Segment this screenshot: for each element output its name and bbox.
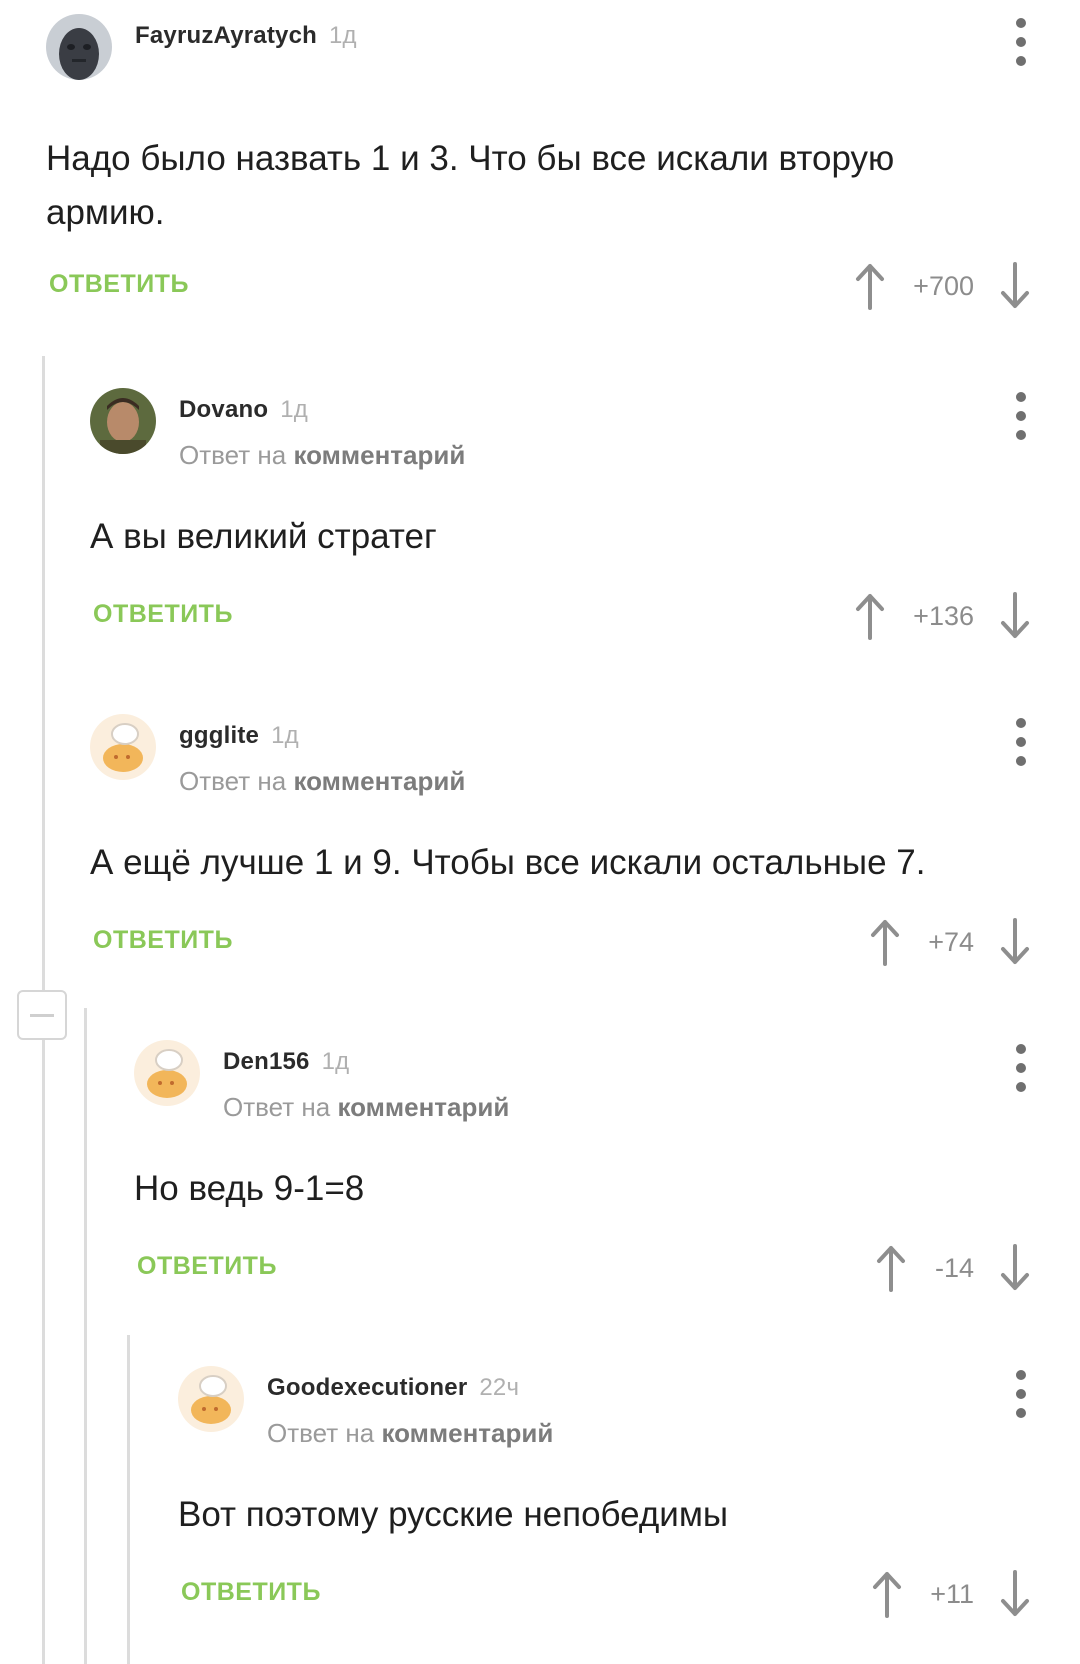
comment-actions: ОТВЕТИТЬ +74 bbox=[90, 914, 1080, 974]
comment-actions: ОТВЕТИТЬ +136 bbox=[90, 588, 1080, 648]
arrow-up-icon[interactable] bbox=[872, 1570, 902, 1618]
comment-time: 1д bbox=[271, 722, 299, 749]
author-name[interactable]: Goodexecutioner 22ч bbox=[267, 1374, 519, 1402]
comment: Den156 1д Ответ на комментарий Но ведь 9-… bbox=[134, 1040, 1080, 1300]
comment-header: Goodexecutioner 22ч Ответ на комментарий bbox=[178, 1366, 1080, 1448]
parent-comment-link[interactable]: комментарий bbox=[293, 766, 465, 796]
more-options-button[interactable] bbox=[1006, 1044, 1036, 1092]
author-name[interactable]: ggglite 1д bbox=[179, 722, 299, 750]
comment-time: 1д bbox=[280, 396, 308, 423]
arrow-down-icon[interactable] bbox=[1000, 592, 1030, 640]
avatar[interactable] bbox=[90, 388, 156, 454]
reply-to-line: Ответ на комментарий bbox=[223, 1092, 510, 1122]
comment-text: А ещё лучше 1 и 9. Чтобы все искали оста… bbox=[90, 843, 926, 882]
comment-header: Dovano 1д Ответ на комментарий bbox=[90, 388, 1080, 470]
avatar[interactable] bbox=[178, 1366, 244, 1432]
vote-controls: +11 bbox=[872, 1566, 1030, 1622]
avatar[interactable] bbox=[90, 714, 156, 780]
more-vertical-icon bbox=[1016, 1044, 1026, 1054]
comment-time: 1д bbox=[328, 22, 357, 49]
rating-value: +11 bbox=[930, 1578, 974, 1609]
reply-to-line: Ответ на комментарий bbox=[179, 766, 466, 796]
comment-header: Den156 1д Ответ на комментарий bbox=[134, 1040, 1080, 1122]
arrow-up-icon[interactable] bbox=[870, 918, 900, 966]
parent-comment-link[interactable]: комментарий bbox=[381, 1418, 553, 1448]
comment-actions: ОТВЕТИТЬ -14 bbox=[134, 1240, 1080, 1300]
parent-comment-link[interactable]: комментарий bbox=[293, 440, 465, 470]
more-vertical-icon bbox=[1016, 392, 1026, 402]
more-options-button[interactable] bbox=[1006, 718, 1036, 766]
comment-time: 1д bbox=[321, 1048, 350, 1075]
vote-controls: +74 bbox=[870, 914, 1030, 970]
reply-to-line: Ответ на комментарий bbox=[267, 1418, 554, 1448]
rating-value: +700 bbox=[913, 270, 974, 301]
avatar[interactable] bbox=[134, 1040, 200, 1106]
thread-line-level-3 bbox=[127, 1335, 130, 1664]
more-options-button[interactable] bbox=[1006, 392, 1036, 440]
reply-button[interactable]: ОТВЕТИТЬ bbox=[137, 1252, 277, 1281]
comment: FayruzAyratych 1д Надо было назвать 1 и 3… bbox=[46, 14, 1080, 318]
author-name[interactable]: Den156 1д bbox=[223, 1048, 349, 1076]
vote-controls: +700 bbox=[855, 258, 1030, 314]
rating-value: +74 bbox=[928, 926, 974, 957]
more-options-button[interactable] bbox=[1006, 1370, 1036, 1418]
comment-text: Но ведь 9-1=8 bbox=[134, 1169, 365, 1208]
comment-actions: ОТВЕТИТЬ +700 bbox=[46, 258, 1080, 318]
comment-text: Вот поэтому русские непобедимы bbox=[178, 1495, 729, 1534]
more-vertical-icon bbox=[1016, 18, 1026, 28]
more-options-button[interactable] bbox=[1006, 18, 1036, 66]
comment-time: 22ч bbox=[479, 1374, 520, 1401]
thread-line-level-2 bbox=[84, 1008, 87, 1664]
reply-to-line: Ответ на комментарий bbox=[179, 440, 466, 470]
comment: ggglite 1д Ответ на комментарий А ещё луч… bbox=[90, 714, 1080, 974]
arrow-up-icon[interactable] bbox=[855, 592, 885, 640]
comment-header: FayruzAyratych 1д bbox=[46, 14, 1080, 84]
collapse-thread-button[interactable] bbox=[17, 990, 67, 1040]
comment-actions: ОТВЕТИТЬ +11 bbox=[178, 1566, 1080, 1626]
reply-button[interactable]: ОТВЕТИТЬ bbox=[49, 270, 189, 299]
arrow-up-icon[interactable] bbox=[876, 1244, 906, 1292]
vote-controls: +136 bbox=[855, 588, 1030, 644]
rating-value: +136 bbox=[913, 600, 974, 631]
arrow-down-icon[interactable] bbox=[1000, 262, 1030, 310]
comment: Goodexecutioner 22ч Ответ на комментарий … bbox=[178, 1366, 1080, 1626]
arrow-down-icon[interactable] bbox=[1000, 918, 1030, 966]
author-name[interactable]: Dovano 1д bbox=[179, 396, 308, 424]
reply-button[interactable]: ОТВЕТИТЬ bbox=[181, 1578, 321, 1607]
more-vertical-icon bbox=[1016, 718, 1026, 728]
reply-button[interactable]: ОТВЕТИТЬ bbox=[93, 926, 233, 955]
parent-comment-link[interactable]: комментарий bbox=[337, 1092, 509, 1122]
comment-header: ggglite 1д Ответ на комментарий bbox=[90, 714, 1080, 796]
more-vertical-icon bbox=[1016, 1370, 1026, 1380]
reply-button[interactable]: ОТВЕТИТЬ bbox=[93, 600, 233, 629]
rating-value: -14 bbox=[934, 1252, 974, 1283]
vote-controls: -14 bbox=[876, 1240, 1030, 1296]
arrow-down-icon[interactable] bbox=[1000, 1570, 1030, 1618]
comment-text: Надо было назвать 1 и 3. Что бы все иска… bbox=[46, 139, 895, 232]
author-name[interactable]: FayruzAyratych 1д bbox=[135, 22, 357, 50]
comment: Dovano 1д Ответ на комментарий А вы велик… bbox=[90, 388, 1080, 648]
comment-text: А вы великий стратег bbox=[90, 517, 437, 556]
arrow-down-icon[interactable] bbox=[1000, 1244, 1030, 1292]
avatar[interactable] bbox=[46, 14, 112, 80]
arrow-up-icon[interactable] bbox=[855, 262, 885, 310]
